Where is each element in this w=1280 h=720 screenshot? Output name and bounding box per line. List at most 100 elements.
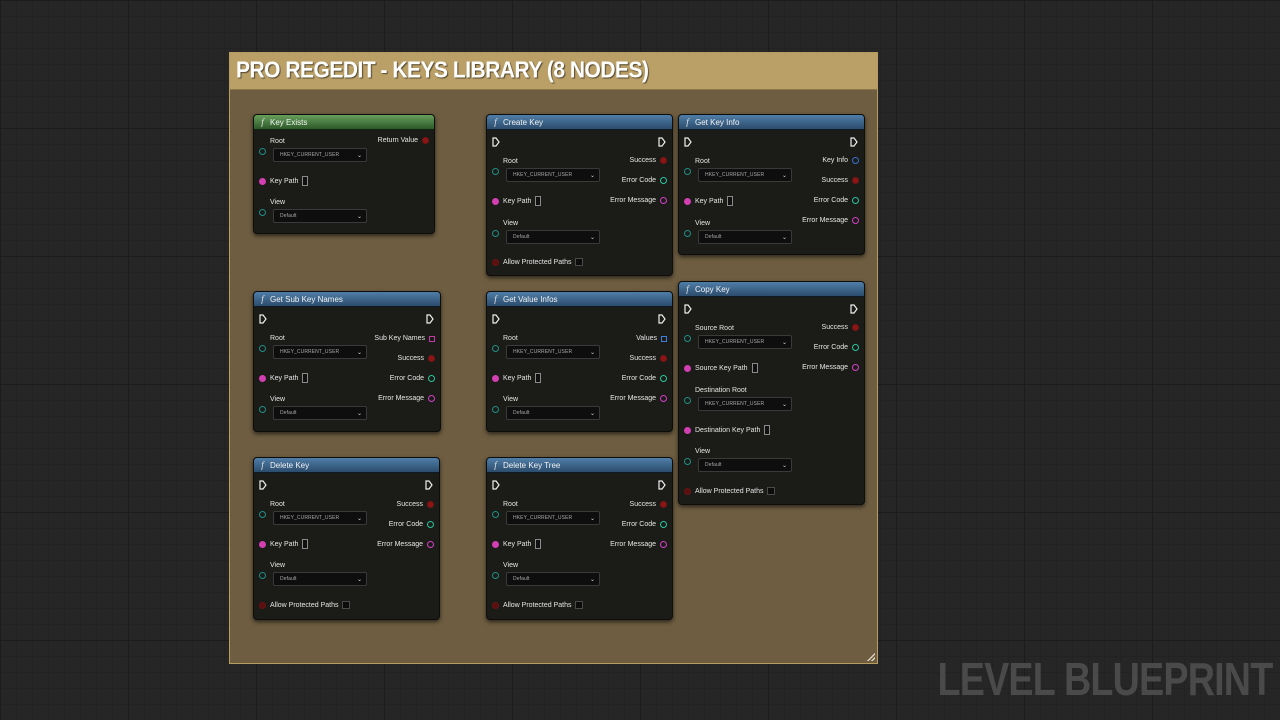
success-pin[interactable] [660,501,667,508]
key-path-pin[interactable] [492,540,499,548]
allow-protected-checkbox[interactable] [575,601,584,609]
success-pin[interactable] [852,177,859,184]
view-pin[interactable] [492,230,499,237]
allow-protected-checkbox[interactable] [575,258,584,266]
exec-in-icon[interactable] [259,314,267,324]
exec-in-icon[interactable] [492,314,500,324]
view-pin[interactable] [259,572,266,579]
allow-protected-pin[interactable] [684,487,691,495]
node-header[interactable]: f Get Sub Key Names [254,292,440,307]
success-pin[interactable] [852,324,859,331]
return-value-pin[interactable] [422,137,429,144]
view-dropdown[interactable]: Default ⌄ [273,406,367,420]
exec-out-icon[interactable] [658,314,666,324]
exec-in-icon[interactable] [259,480,267,490]
error-message-pin[interactable] [660,197,667,204]
key-path-pin[interactable] [492,374,499,382]
view-dropdown[interactable]: Default ⌄ [506,230,600,244]
error-code-pin[interactable] [660,177,667,184]
node-copy-key[interactable]: f Copy Key Source Root HKEY_CURRENT_USER… [678,281,865,505]
error-code-pin[interactable] [852,197,859,204]
error-message-pin[interactable] [660,395,667,402]
success-pin[interactable] [660,355,667,362]
root-dropdown[interactable]: HKEY_CURRENT_USER ⌄ [273,148,367,162]
node-get-sub-key-names[interactable]: f Get Sub Key Names Root HKEY_CURRENT_US… [253,291,441,432]
key-path-input[interactable] [302,176,309,186]
node-header[interactable]: f Copy Key [679,282,864,297]
node-header[interactable]: f Delete Key [254,458,439,473]
view-pin[interactable] [259,406,266,413]
view-pin[interactable] [684,458,691,465]
root-dropdown[interactable]: HKEY_CURRENT_USER ⌄ [273,511,367,525]
view-dropdown[interactable]: Default ⌄ [273,209,367,223]
view-dropdown[interactable]: Default ⌄ [273,572,367,586]
root-pin[interactable] [492,168,499,175]
exec-in-icon[interactable] [684,137,692,147]
exec-out-icon[interactable] [658,137,666,147]
view-pin[interactable] [259,209,266,216]
error-code-pin[interactable] [852,344,859,351]
source-root-dropdown[interactable]: HKEY_CURRENT_USER ⌄ [698,335,792,349]
node-key-exists[interactable]: f Key Exists Root HKEY_CURRENT_USER ⌄ Ke… [253,114,435,234]
error-message-pin[interactable] [660,541,667,548]
node-header[interactable]: f Key Exists [254,115,434,130]
allow-protected-pin[interactable] [259,601,266,609]
view-dropdown[interactable]: Default ⌄ [698,230,792,244]
error-code-pin[interactable] [660,521,667,528]
node-get-value-infos[interactable]: f Get Value Infos Root HKEY_CURRENT_USER… [486,291,673,432]
view-dropdown[interactable]: Default ⌄ [506,572,600,586]
success-pin[interactable] [660,157,667,164]
allow-protected-pin[interactable] [492,258,499,266]
root-pin[interactable] [259,511,266,518]
node-delete-key-tree[interactable]: f Delete Key Tree Root HKEY_CURRENT_USER… [486,457,673,620]
exec-out-icon[interactable] [850,137,858,147]
source-root-pin[interactable] [684,335,691,342]
node-delete-key[interactable]: f Delete Key Root HKEY_CURRENT_USER ⌄ Ke… [253,457,440,620]
key-info-pin[interactable] [852,157,859,164]
allow-protected-pin[interactable] [492,601,499,609]
destination-key-path-input[interactable] [764,425,771,435]
root-dropdown[interactable]: HKEY_CURRENT_USER ⌄ [506,168,600,182]
root-pin[interactable] [492,345,499,352]
exec-out-icon[interactable] [425,480,433,490]
exec-out-icon[interactable] [658,480,666,490]
key-path-input[interactable] [535,196,542,206]
destination-root-pin[interactable] [684,397,691,404]
node-get-key-info[interactable]: f Get Key Info Root HKEY_CURRENT_USER ⌄ … [678,114,865,255]
root-pin[interactable] [259,345,266,352]
root-pin[interactable] [684,168,691,175]
destination-root-dropdown[interactable]: HKEY_CURRENT_USER ⌄ [698,397,792,411]
node-header[interactable]: f Delete Key Tree [487,458,672,473]
comment-header[interactable]: PRO REGEDIT - KEYS LIBRARY (8 NODES) [230,53,877,90]
sub-key-names-array-pin[interactable] [429,335,435,342]
error-message-pin[interactable] [428,395,435,402]
root-dropdown[interactable]: HKEY_CURRENT_USER ⌄ [273,345,367,359]
error-message-pin[interactable] [852,364,859,371]
source-key-path-input[interactable] [751,363,758,373]
key-path-pin[interactable] [259,177,266,185]
root-pin[interactable] [259,148,266,155]
exec-in-icon[interactable] [684,304,692,314]
key-path-pin[interactable] [259,374,266,382]
view-pin[interactable] [492,406,499,413]
node-create-key[interactable]: f Create Key Root HKEY_CURRENT_USER ⌄ Ke… [486,114,673,276]
root-dropdown[interactable]: HKEY_CURRENT_USER ⌄ [698,168,792,182]
source-key-path-pin[interactable] [684,364,691,372]
key-path-input[interactable] [727,196,734,206]
view-pin[interactable] [492,572,499,579]
key-path-input[interactable] [302,373,309,383]
node-header[interactable]: f Get Value Infos [487,292,672,307]
error-code-pin[interactable] [428,375,435,382]
view-dropdown[interactable]: Default ⌄ [698,458,792,472]
success-pin[interactable] [428,355,435,362]
error-code-pin[interactable] [427,521,434,528]
resize-grip-icon[interactable] [867,653,875,661]
destination-key-path-pin[interactable] [684,426,691,434]
error-message-pin[interactable] [852,217,859,224]
allow-protected-checkbox[interactable] [767,487,776,495]
root-dropdown[interactable]: HKEY_CURRENT_USER ⌄ [506,511,600,525]
key-path-pin[interactable] [684,197,691,205]
key-path-pin[interactable] [259,540,266,548]
key-path-pin[interactable] [492,197,499,205]
node-header[interactable]: f Get Key Info [679,115,864,130]
